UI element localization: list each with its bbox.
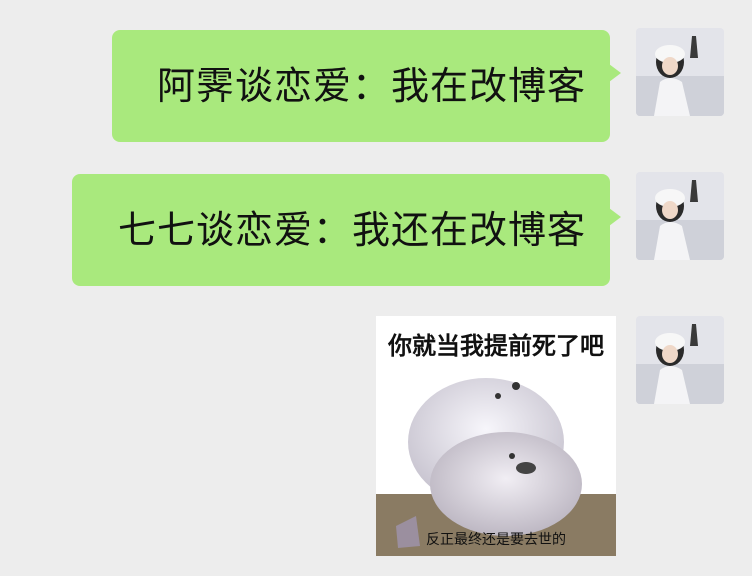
bubble-tail bbox=[609, 208, 621, 226]
avatar-photo-icon bbox=[636, 172, 724, 260]
sticker-top-text: 你就当我提前死了吧 bbox=[388, 332, 604, 360]
avatar[interactable] bbox=[636, 172, 724, 260]
bubble-tail bbox=[609, 64, 621, 82]
message-bubble-2[interactable]: 七七谈恋爱：我还在改博客 bbox=[72, 174, 621, 286]
avatar-photo-icon bbox=[636, 316, 724, 404]
sticker-message[interactable]: 你就当我提前死了吧 反正最终还是要去世的 bbox=[376, 316, 616, 556]
avatar[interactable] bbox=[636, 28, 724, 116]
message-text-1: 阿霁谈恋爱：我在改博客 bbox=[156, 64, 586, 108]
avatar-photo-icon bbox=[636, 28, 724, 116]
message-bubble-1[interactable]: 阿霁谈恋爱：我在改博客 bbox=[112, 30, 621, 142]
avatar[interactable] bbox=[636, 316, 724, 404]
message-text-2: 七七谈恋爱：我还在改博客 bbox=[117, 208, 586, 252]
sticker-bottom-text: 反正最终还是要去世的 bbox=[426, 532, 566, 548]
